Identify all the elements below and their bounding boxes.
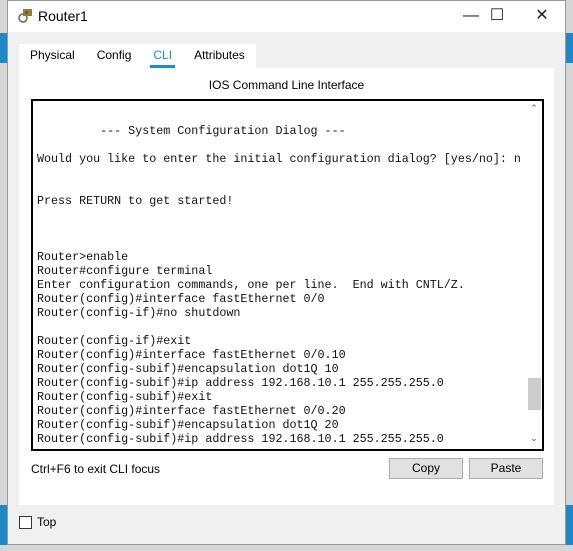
terminal-line: Router(config)#interface fastEthernet 0/… — [37, 348, 346, 362]
terminal-line: Enter configuration commands, one per li… — [37, 278, 465, 292]
top-option[interactable]: Top — [19, 515, 56, 529]
tab-config[interactable]: Config — [86, 44, 143, 68]
paste-button[interactable]: Paste — [469, 458, 543, 479]
maximize-button[interactable]: ☐ — [482, 5, 512, 27]
terminal-line: Press RETURN to get started! — [37, 194, 234, 208]
cli-focus-hint: Ctrl+F6 to exit CLI focus — [31, 462, 161, 476]
terminal-line: Router(config-subif)#encapsulation dot1Q… — [37, 362, 339, 376]
terminal-line: Router(config)#interface fastEthernet 0/… — [37, 404, 346, 418]
terminal-output[interactable]: --- System Configuration Dialog --- Would… — [37, 110, 521, 446]
tab-bar: Physical Config CLI Attributes — [19, 44, 256, 68]
terminal-line: Router(config)#interface fastEthernet 0/… — [37, 292, 325, 306]
router-icon — [18, 9, 32, 23]
scroll-up-icon[interactable]: ⌃ — [526, 103, 542, 117]
terminal-line: Router#configure terminal — [37, 264, 213, 278]
tab-physical[interactable]: Physical — [19, 44, 86, 68]
panel-header: IOS Command Line Interface — [208, 78, 365, 92]
cli-terminal[interactable]: --- System Configuration Dialog --- Would… — [31, 99, 544, 451]
terminal-line: Router(config-subif)#ip address 192.168.… — [37, 376, 444, 390]
copy-button[interactable]: Copy — [389, 458, 463, 479]
cli-panel: IOS Command Line Interface --- System Co… — [19, 68, 554, 505]
close-button[interactable]: ✕ — [527, 5, 557, 27]
terminal-line: Router(config-if)#no shutdown — [37, 306, 241, 320]
top-checkbox[interactable] — [19, 515, 32, 529]
router-window: Router1 — ☐ ✕ Physical Config CLI Attrib… — [7, 0, 566, 545]
window-title: Router1 — [38, 8, 88, 24]
terminal-line: Router(config-subif)#encapsulation dot1Q… — [37, 418, 339, 432]
tab-attributes[interactable]: Attributes — [183, 44, 256, 68]
terminal-line: Would you like to enter the initial conf… — [37, 152, 521, 166]
scroll-down-icon[interactable]: ⌄ — [526, 433, 542, 447]
tab-cli[interactable]: CLI — [142, 44, 183, 68]
title-bar: Router1 — ☐ ✕ — [8, 1, 565, 32]
scrollbar[interactable]: ⌃ ⌄ — [526, 101, 542, 449]
terminal-line: Router(config-subif)#exit — [37, 390, 213, 404]
terminal-line: Router(config-subif)#ip address 192.168.… — [37, 432, 444, 446]
terminal-line: Router(config-if)#exit — [37, 334, 192, 348]
terminal-line: --- System Configuration Dialog --- — [37, 124, 346, 138]
top-label: Top — [37, 515, 57, 529]
terminal-line: Router>enable — [37, 250, 129, 264]
scrollbar-thumb[interactable] — [528, 378, 541, 410]
